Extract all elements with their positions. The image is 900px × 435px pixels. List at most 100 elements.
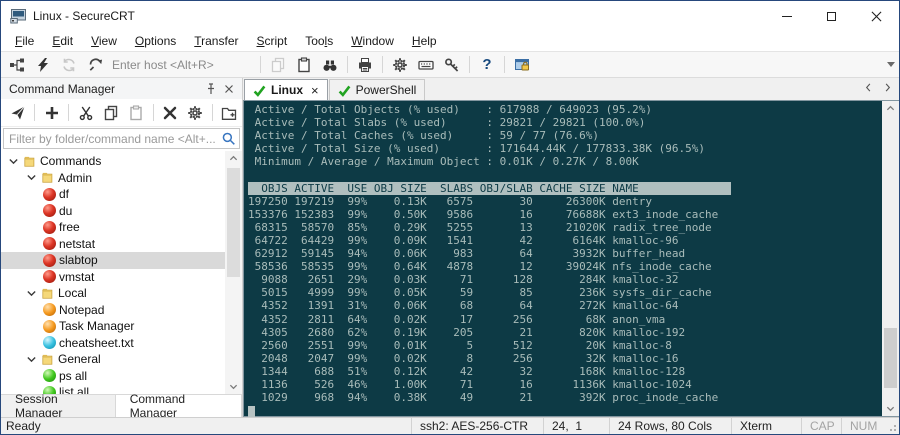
tree-folder-local[interactable]: Local [1,285,225,302]
panel-close-icon[interactable] [220,80,238,97]
chevron-down-icon[interactable] [25,287,38,300]
disconnect-icon[interactable] [83,54,107,76]
toolbar-overflow-icon[interactable] [887,62,895,67]
minimize-icon [782,16,792,17]
panel-tab-command-manager[interactable]: Command Manager [116,395,242,417]
tree-command-free[interactable]: free [1,219,225,236]
toolbar-separator [68,104,69,121]
tree-command-netstat[interactable]: netstat [1,236,225,253]
paste-icon[interactable] [292,54,316,76]
connected-check-icon [253,84,266,97]
tree-command-notepad[interactable]: Notepad [1,302,225,319]
panel-tab-session-manager[interactable]: Session Manager [1,395,116,417]
tree-folder-admin[interactable]: Admin [1,170,225,187]
delete-icon[interactable] [159,101,182,124]
new-folder-icon[interactable] [218,101,241,124]
tab-label: PowerShell [356,83,417,97]
tree-item-label: cheatsheet.txt [59,336,134,350]
terminal-text: Active / Total Objects (% used) : 617988… [244,101,899,417]
minimize-button[interactable] [764,1,809,31]
tree-command-vmstat[interactable]: vmstat [1,269,225,286]
menu-transfer[interactable]: Transfer [185,32,247,50]
menu-edit[interactable]: Edit [43,32,82,50]
tree-command-task-manager[interactable]: Task Manager [1,318,225,335]
app-icon [10,8,27,24]
maximize-button[interactable] [809,1,854,31]
tree-scrollbar[interactable] [225,151,242,394]
key-icon[interactable] [440,54,464,76]
paste-icon [124,101,147,124]
chevron-down-icon[interactable] [25,353,38,366]
terminal-scrollbar[interactable] [882,101,899,416]
command-bullet-icon [43,237,56,250]
menu-view[interactable]: View [82,32,126,50]
terminal-scroll-down-icon[interactable] [882,401,899,416]
pin-icon[interactable] [202,80,220,97]
tree-item-label: vmstat [59,270,94,284]
status-caps-lock: CAP [801,418,841,434]
toolbar-separator [34,104,35,121]
print-icon[interactable] [353,54,377,76]
command-bullet-icon [43,386,56,394]
command-bullet-icon [43,336,56,349]
tab-scroll-arrows [863,82,893,93]
terminal-scroll-up-icon[interactable] [882,101,899,116]
connected-check-icon [338,84,351,97]
panel-title: Command Manager [9,82,202,96]
send-icon[interactable] [6,101,29,124]
scroll-down-icon[interactable] [225,379,242,394]
session-options-icon[interactable] [510,54,534,76]
tree-command-list-all[interactable]: list all [1,384,225,394]
chevron-down-icon[interactable] [25,171,38,184]
menu-help[interactable]: Help [403,32,446,50]
resize-grip[interactable] [883,418,899,434]
main-toolbar: ? [1,51,899,78]
add-icon[interactable] [40,101,63,124]
command-bullet-icon [43,221,56,234]
terminal-cursor [248,406,255,417]
help-icon[interactable]: ? [475,54,499,76]
chevron-down-icon[interactable] [7,155,20,168]
find-icon[interactable] [318,54,342,76]
menu-window[interactable]: Window [342,32,403,50]
tree-command-ps-all[interactable]: ps all [1,368,225,385]
keyboard-icon[interactable] [414,54,438,76]
tree-scroll-thumb[interactable] [227,168,240,277]
terminal-screen[interactable]: Active / Total Objects (% used) : 617988… [243,100,899,417]
host-input[interactable] [108,55,256,75]
tab-scroll-right-icon [882,82,893,93]
filter-input[interactable] [3,128,240,149]
toolbar-separator [153,104,154,121]
search-icon [221,131,236,146]
terminal-scroll-thumb[interactable] [884,328,897,388]
tab-linux[interactable]: Linux × [244,79,328,100]
tree-item-label: Admin [58,171,92,185]
tree-folder-general[interactable]: General [1,351,225,368]
quick-connect-icon[interactable] [31,54,55,76]
copy-dark-icon[interactable] [99,101,122,124]
close-tab-icon[interactable]: × [311,84,319,97]
menu-script[interactable]: Script [248,32,297,50]
tree-command-cheatsheet-txt[interactable]: cheatsheet.txt [1,335,225,352]
tree-item-label: list all [59,385,89,394]
tree-item-label: Local [58,286,87,300]
menu-tools[interactable]: Tools [296,32,342,50]
command-bullet-icon [43,270,56,283]
scroll-up-icon[interactable] [225,151,242,166]
connect-icon[interactable] [5,54,29,76]
tree-items: CommandsAdmindfdufreenetstatslabtop vmsta… [1,153,225,394]
options-icon[interactable] [388,54,412,76]
options-icon[interactable] [184,101,207,124]
tree-command-slabtop[interactable]: slabtop [1,252,225,269]
tab-label: Linux [271,83,303,97]
tab-powershell[interactable]: PowerShell [329,79,426,100]
cut-icon[interactable] [74,101,97,124]
close-button[interactable] [854,1,899,31]
menu-options[interactable]: Options [126,32,185,50]
tree-item-label: du [59,204,72,218]
menu-file[interactable]: File [6,32,43,50]
tree-item-label: slabtop [59,253,98,267]
tree-command-df[interactable]: df [1,186,225,203]
tree-command-du[interactable]: du [1,203,225,220]
tree-folder-commands[interactable]: Commands [1,153,225,170]
